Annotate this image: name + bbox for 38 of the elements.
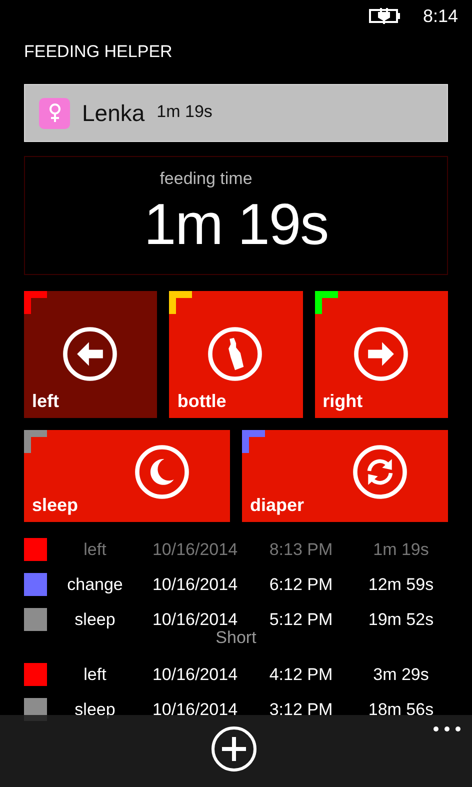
entry-note: Short <box>216 628 256 649</box>
entry-type: sleep <box>74 700 116 720</box>
entry-type: left <box>82 664 108 684</box>
app-title: FEEDING HELPER <box>24 42 172 63</box>
child-name: Lenka <box>82 100 145 126</box>
entry-duration: 12m 59s <box>367 574 435 594</box>
bottle-icon <box>207 326 264 382</box>
profile-bar[interactable]: Lenka 1m 19s <box>24 84 448 142</box>
action-tile[interactable]: diaper <box>242 430 448 522</box>
refresh-icon <box>352 444 408 500</box>
entry-duration: 18m 56s <box>367 700 435 720</box>
entry-duration: 3m 29s <box>372 664 430 684</box>
entry-date: 10/16/2014 <box>151 574 239 594</box>
clock-time: 8:14 <box>422 6 458 26</box>
entry-date: 10/16/2014 <box>151 540 239 560</box>
entry-time: 8:13 PM <box>268 540 334 560</box>
entry-type: left <box>82 540 108 560</box>
timer-value: 1m 19s <box>144 191 328 258</box>
action-tile[interactable]: left <box>24 291 158 418</box>
entry-time: 6:12 PM <box>268 574 334 594</box>
timer-label: feeding time <box>160 169 252 189</box>
entry-duration: 19m 52s <box>367 610 435 630</box>
entry-time: 4:12 PM <box>268 664 334 684</box>
entry-type: sleep <box>74 610 116 630</box>
entry-type: change <box>66 574 124 594</box>
entry-date: 10/16/2014 <box>151 700 239 720</box>
entry-date: 10/16/2014 <box>151 664 239 684</box>
add-button[interactable] <box>210 725 258 773</box>
action-tile[interactable]: right <box>314 291 448 418</box>
entry-duration: 1m 19s <box>372 540 430 560</box>
action-tile[interactable]: bottle <box>169 291 303 418</box>
entry-time: 3:12 PM <box>268 700 334 720</box>
moon-icon <box>134 444 190 500</box>
entry-date: 10/16/2014 <box>151 610 239 630</box>
battery-charging-icon <box>368 8 401 24</box>
entry-time: 5:12 PM <box>268 610 334 630</box>
elapsed-time: 1m 19s <box>156 102 212 122</box>
action-tile[interactable]: sleep <box>24 430 230 522</box>
